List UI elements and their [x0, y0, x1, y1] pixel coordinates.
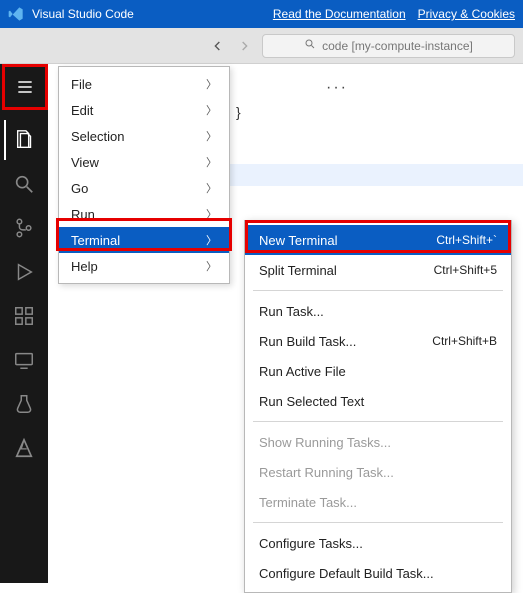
activity-run-debug-icon[interactable] [4, 252, 44, 292]
activity-source-control-icon[interactable] [4, 208, 44, 248]
menu-go[interactable]: Go〉 [59, 175, 229, 201]
command-center[interactable]: code [my-compute-instance] [262, 34, 515, 58]
titlebar: Visual Studio Code Read the Documentatio… [0, 0, 523, 28]
vscode-logo-icon [8, 6, 24, 22]
activity-remote-icon[interactable] [4, 340, 44, 380]
menu-selection[interactable]: Selection〉 [59, 123, 229, 149]
submenu-show-running-tasks: Show Running Tasks... [245, 427, 511, 457]
menu-separator [253, 421, 503, 422]
editor-text: } [236, 104, 241, 120]
hamburger-highlight [2, 64, 48, 110]
editor-more-icon[interactable]: ··· [326, 79, 348, 97]
menu-separator [253, 522, 503, 523]
activity-search-icon[interactable] [4, 164, 44, 204]
submenu-restart-running-task: Restart Running Task... [245, 457, 511, 487]
submenu-run-selected-text[interactable]: Run Selected Text [245, 386, 511, 416]
chevron-right-icon: 〉 [206, 102, 217, 118]
menu-terminal[interactable]: Terminal〉 [59, 227, 229, 253]
submenu-split-terminal[interactable]: Split TerminalCtrl+Shift+5 [245, 255, 511, 285]
privacy-link[interactable]: Privacy & Cookies [418, 7, 515, 21]
activity-explorer-icon[interactable] [4, 120, 44, 160]
nav-back-icon[interactable] [208, 36, 228, 56]
nav-forward-icon[interactable] [234, 36, 254, 56]
terminal-submenu: New TerminalCtrl+Shift+` Split TerminalC… [244, 220, 512, 593]
hamburger-menu-icon[interactable] [5, 67, 45, 107]
activity-extensions-icon[interactable] [4, 296, 44, 336]
submenu-run-active-file[interactable]: Run Active File [245, 356, 511, 386]
menu-help[interactable]: Help〉 [59, 253, 229, 279]
editor-line-highlight [230, 164, 523, 186]
menu-separator [253, 290, 503, 291]
chevron-right-icon: 〉 [206, 180, 217, 196]
activity-bar [0, 64, 48, 583]
chevron-right-icon: 〉 [206, 76, 217, 92]
chevron-right-icon: 〉 [206, 128, 217, 144]
docs-link[interactable]: Read the Documentation [273, 7, 406, 21]
toolbar: code [my-compute-instance] [0, 28, 523, 64]
submenu-configure-default-build-task[interactable]: Configure Default Build Task... [245, 558, 511, 588]
submenu-run-task[interactable]: Run Task... [245, 296, 511, 326]
command-center-text: code [my-compute-instance] [322, 39, 473, 53]
menu-run[interactable]: Run〉 [59, 201, 229, 227]
menu-edit[interactable]: Edit〉 [59, 97, 229, 123]
activity-testing-icon[interactable] [4, 384, 44, 424]
chevron-right-icon: 〉 [206, 232, 217, 248]
submenu-terminate-task: Terminate Task... [245, 487, 511, 517]
chevron-right-icon: 〉 [206, 206, 217, 222]
submenu-run-build-task[interactable]: Run Build Task...Ctrl+Shift+B [245, 326, 511, 356]
menu-view[interactable]: View〉 [59, 149, 229, 175]
submenu-configure-tasks[interactable]: Configure Tasks... [245, 528, 511, 558]
search-icon [304, 38, 316, 53]
chevron-right-icon: 〉 [206, 154, 217, 170]
activity-azure-icon[interactable] [4, 428, 44, 468]
menu-file[interactable]: File〉 [59, 71, 229, 97]
submenu-new-terminal[interactable]: New TerminalCtrl+Shift+` [245, 225, 511, 255]
main-menu: File〉 Edit〉 Selection〉 View〉 Go〉 Run〉 Te… [58, 66, 230, 284]
chevron-right-icon: 〉 [206, 258, 217, 274]
app-title: Visual Studio Code [32, 7, 134, 21]
